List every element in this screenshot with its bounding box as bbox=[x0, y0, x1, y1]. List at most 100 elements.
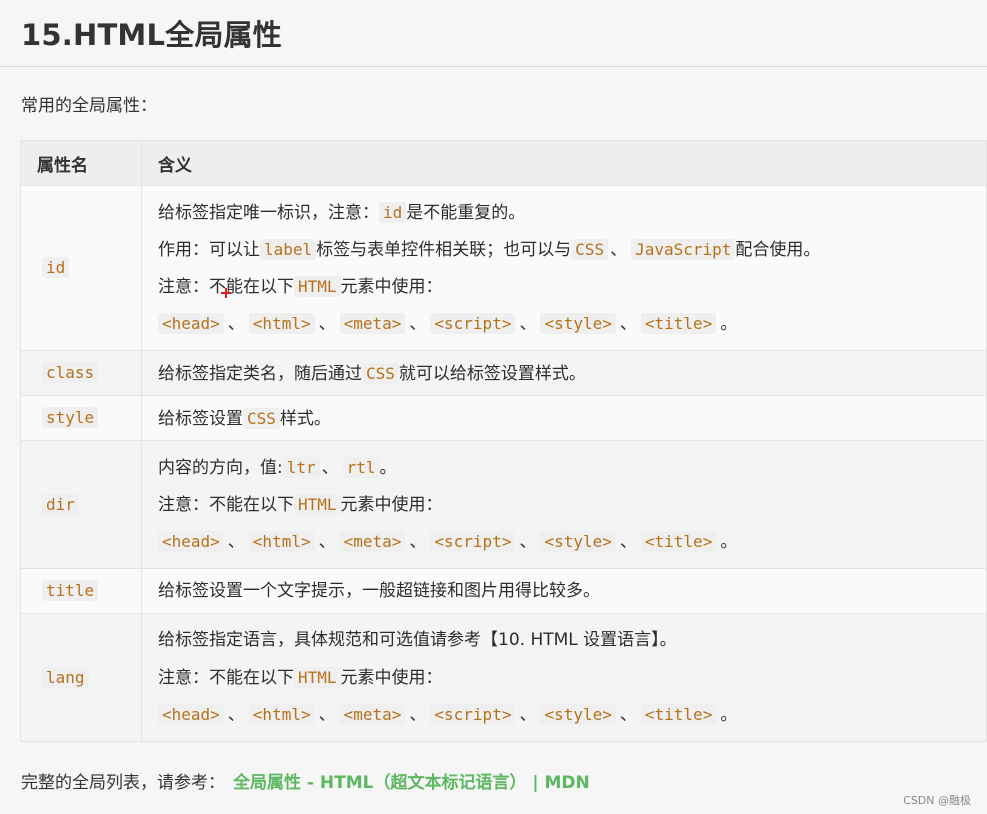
cursor-crosshair-icon bbox=[221, 288, 231, 298]
attr-name: dir bbox=[42, 493, 79, 515]
attr-desc-cell: 给标签设置一个文字提示，一般超链接和图片用得比较多。 bbox=[141, 568, 987, 614]
attr-name-cell: dir bbox=[20, 440, 142, 569]
desc-text: 给标签指定语言，具体规范和可选值请参考【10. HTML 设置语言】。 bbox=[158, 630, 677, 650]
watermark: CSDN @融极 bbox=[903, 794, 971, 807]
tag-code: <script> bbox=[430, 704, 516, 725]
desc-text: 是不能重复的。 bbox=[406, 203, 526, 223]
desc-line: 给标签设置 CSS 样式。 bbox=[158, 400, 986, 437]
inline-code: CSS bbox=[362, 362, 399, 384]
table-row: title 给标签设置一个文字提示，一般超链接和图片用得比较多。 bbox=[20, 568, 987, 614]
separator: 、 bbox=[409, 532, 427, 552]
separator: 、 bbox=[409, 314, 427, 334]
tag-code: <head> bbox=[158, 531, 224, 552]
desc-line: 作用：可以让 label 标签与表单控件相关联；也可以与 CSS、 JavaScript… bbox=[158, 231, 986, 268]
attr-desc-cell: 内容的方向，值: ltr、 rtl。 注意：不能在以下 HTML 元素中使用： <hea… bbox=[141, 440, 987, 569]
inline-code: rtl bbox=[342, 457, 380, 478]
tag-code: <script> bbox=[430, 313, 516, 334]
desc-text: 注意：不能在以下 bbox=[158, 495, 294, 515]
separator: 、 bbox=[519, 314, 537, 334]
desc-text: 配合使用。 bbox=[735, 240, 821, 260]
desc-text: 元素中使用： bbox=[340, 668, 443, 688]
header-attr-name: 属性名 bbox=[20, 140, 142, 186]
separator: 、 bbox=[321, 458, 339, 478]
intro-text: 常用的全局属性： bbox=[21, 96, 157, 116]
table-row: lang 给标签指定语言，具体规范和可选值请参考【10. HTML 设置语言】。… bbox=[20, 613, 987, 742]
tag-list: <head>、 <html>、 <meta>、 <script>、 <style>、 <t… bbox=[158, 305, 986, 342]
tag-code: <head> bbox=[158, 313, 224, 334]
table-row: id 给标签指定唯一标识，注意： id 是不能重复的。 作用：可以让 label 标签与… bbox=[20, 185, 987, 351]
inline-code: CSS bbox=[243, 407, 280, 429]
separator: 、 bbox=[227, 532, 245, 552]
tag-code: <html> bbox=[248, 704, 315, 725]
separator: 、 bbox=[610, 240, 628, 260]
attr-name: lang bbox=[42, 666, 89, 688]
attr-name-cell: title bbox=[20, 568, 142, 614]
separator: 、 bbox=[619, 314, 637, 334]
tag-code: <style> bbox=[540, 704, 616, 725]
tag-code: <html> bbox=[248, 313, 315, 334]
tag-code: <html> bbox=[248, 531, 315, 552]
separator: 。 bbox=[720, 705, 738, 725]
desc-text: 给标签指定类名，随后通过 bbox=[158, 363, 362, 384]
desc-text: 样式。 bbox=[279, 408, 331, 429]
desc-line: 注意：不能在以下 HTML 元素中使用： bbox=[158, 659, 986, 696]
tag-code: <head> bbox=[158, 704, 224, 725]
inline-code: JavaScript bbox=[631, 239, 736, 260]
attr-name-cell: class bbox=[20, 350, 142, 396]
desc-line: 内容的方向，值: ltr、 rtl。 bbox=[158, 449, 986, 486]
table-row: dir 内容的方向，值: ltr、 rtl。 注意：不能在以下 HTML 元素中使用： … bbox=[20, 440, 987, 569]
desc-text: 元素中使用： bbox=[340, 495, 443, 515]
separator: 、 bbox=[619, 705, 637, 725]
tag-code: <title> bbox=[640, 531, 717, 552]
tag-code: <style> bbox=[540, 313, 616, 334]
page-title: 15.HTML全局属性 bbox=[21, 18, 282, 52]
attr-desc-cell: 给标签指定唯一标识，注意： id 是不能重复的。 作用：可以让 label 标签与表单控… bbox=[141, 185, 987, 351]
desc-text: 标签与表单控件相关联；也可以与 bbox=[316, 240, 572, 260]
separator: 、 bbox=[318, 705, 336, 725]
separator: 、 bbox=[619, 532, 637, 552]
footer-note: 完整的全局列表，请参考： 全局属性 - HTML（超文本标记语言） | MDN bbox=[21, 768, 590, 793]
desc-line: 注意：不能在以下 HTML 元素中使用： bbox=[158, 268, 986, 305]
desc-line: 给标签指定类名，随后通过 CSS 就可以给标签设置样式。 bbox=[158, 355, 986, 392]
desc-text: 作用：可以让 bbox=[158, 240, 260, 260]
inline-code: HTML bbox=[294, 667, 341, 688]
separator: 、 bbox=[227, 314, 245, 334]
tag-code: <style> bbox=[540, 531, 616, 552]
desc-line: 给标签设置一个文字提示，一般超链接和图片用得比较多。 bbox=[158, 573, 986, 610]
separator: 。 bbox=[720, 532, 738, 552]
tag-list: <head>、 <html>、 <meta>、 <script>、 <style>、 <t… bbox=[158, 523, 986, 560]
tag-code: <meta> bbox=[339, 313, 406, 334]
tag-code: <title> bbox=[640, 313, 717, 334]
inline-code: HTML bbox=[294, 494, 341, 515]
footer-text: 完整的全局列表，请参考： bbox=[21, 773, 225, 793]
tag-list: <head>、 <html>、 <meta>、 <script>、 <style>、 <t… bbox=[158, 696, 986, 733]
attr-name: style bbox=[42, 407, 99, 428]
separator: 。 bbox=[720, 314, 738, 334]
attr-desc-cell: 给标签指定语言，具体规范和可选值请参考【10. HTML 设置语言】。 注意：不… bbox=[141, 613, 987, 742]
attr-desc-cell: 给标签设置 CSS 样式。 bbox=[141, 395, 987, 441]
global-attributes-table: 属性名 含义 id 给标签指定唯一标识，注意： id 是不能重复的。 作用：可以让 l… bbox=[20, 140, 987, 742]
inline-code: id bbox=[379, 202, 407, 223]
tag-code: <script> bbox=[430, 531, 516, 552]
desc-text: 给标签指定唯一标识，注意： bbox=[158, 203, 379, 223]
mdn-link[interactable]: 全局属性 - HTML（超文本标记语言） | MDN bbox=[233, 773, 590, 793]
table-row: style 给标签设置 CSS 样式。 bbox=[20, 395, 987, 441]
inline-code: ltr bbox=[282, 457, 320, 478]
inline-code: CSS bbox=[571, 239, 609, 260]
separator: 、 bbox=[519, 532, 537, 552]
tag-code: <meta> bbox=[339, 531, 406, 552]
title-divider bbox=[0, 66, 987, 67]
attr-name: class bbox=[42, 362, 99, 383]
desc-text: 就可以给标签设置样式。 bbox=[398, 363, 586, 384]
tag-code: <title> bbox=[640, 704, 717, 725]
inline-code: label bbox=[260, 239, 317, 260]
separator: 、 bbox=[318, 314, 336, 334]
attr-name-cell: style bbox=[20, 395, 142, 441]
separator: 、 bbox=[227, 705, 245, 725]
attr-name-cell: lang bbox=[20, 613, 142, 742]
separator: 、 bbox=[409, 705, 427, 725]
desc-text: 。 bbox=[379, 458, 397, 478]
desc-text: 元素中使用： bbox=[340, 277, 443, 297]
attr-name: id bbox=[42, 257, 70, 278]
desc-line: 注意：不能在以下 HTML 元素中使用： bbox=[158, 486, 986, 523]
